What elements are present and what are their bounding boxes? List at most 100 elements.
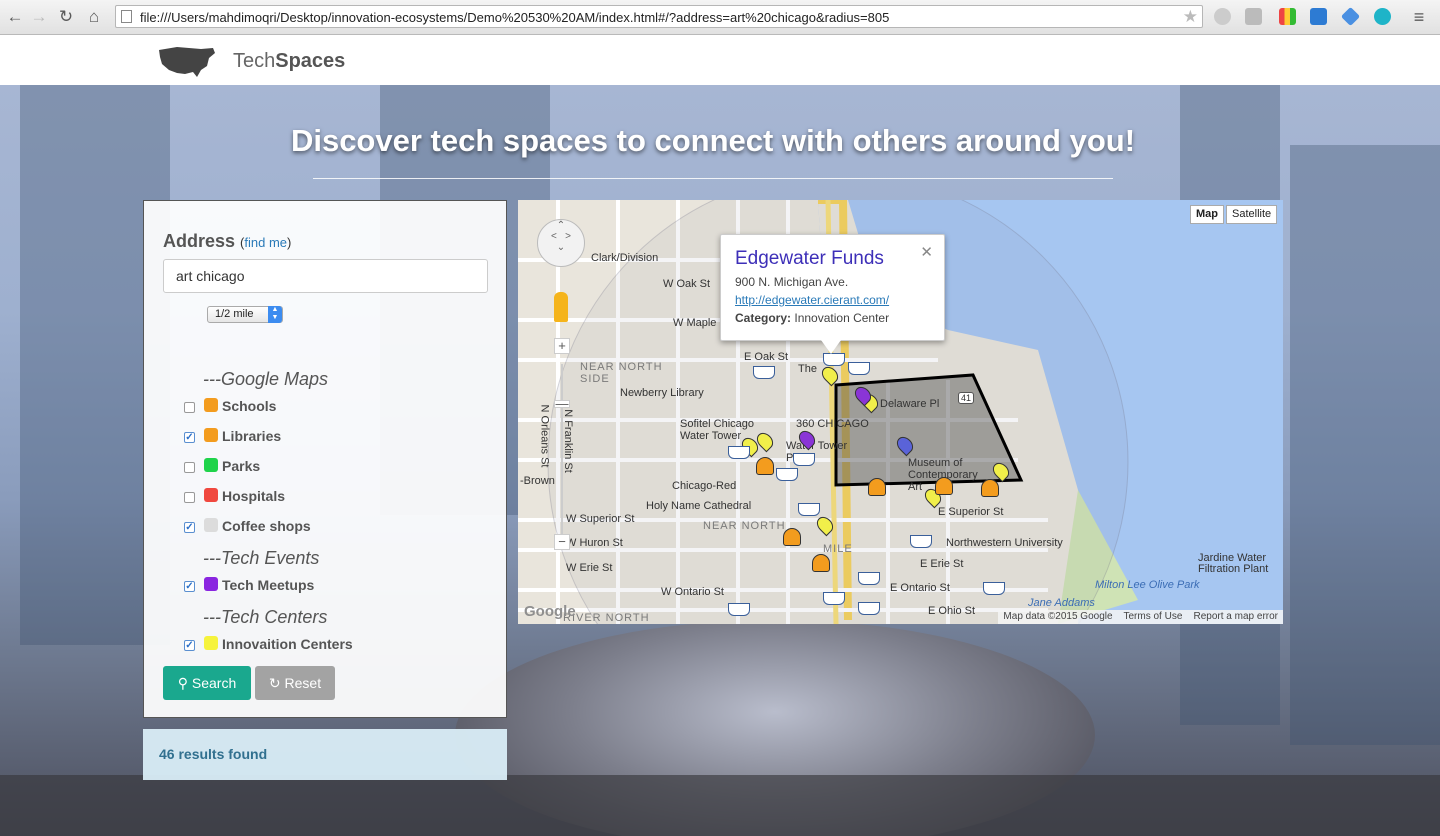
label-mile: MILE (823, 543, 853, 555)
innovation-centers-label: Innovaition Centers (222, 636, 353, 652)
usa-map-logo-icon[interactable] (157, 44, 217, 80)
plaza (0, 775, 1440, 836)
parks-color-swatch (204, 458, 218, 472)
label-delaware-pl: Delaware Pl (880, 398, 940, 410)
terms-of-use-link[interactable]: Terms of Use (1123, 611, 1182, 622)
extension-m-icon[interactable] (1374, 8, 1391, 25)
browser-toolbar: ← → ↻ ⌂ file:///Users/mahdimoqri/Desktop… (0, 0, 1440, 35)
map[interactable]: Clark/Division E Oak St W Oak St W Maple… (518, 200, 1283, 624)
coffee-shop-marker[interactable] (848, 362, 870, 375)
label-near-north: NEAR NORTH (703, 520, 786, 532)
results-count: 46 results found (159, 746, 268, 762)
extension-diamond-icon[interactable] (1340, 6, 1361, 27)
map-type-map-button[interactable]: Map (1190, 205, 1224, 224)
home-icon[interactable]: ⌂ (83, 6, 105, 28)
info-window-url[interactable]: http://edgewater.cierant.com/ (735, 293, 889, 307)
route-41-shield: 41 (958, 392, 975, 404)
find-me-link[interactable]: find me (244, 235, 287, 250)
bookmark-star-icon[interactable]: ★ (1183, 7, 1198, 27)
library-marker[interactable] (981, 479, 999, 497)
building-far-right (1290, 145, 1440, 745)
pan-left-right-icon[interactable]: < > (538, 232, 584, 242)
brand-name[interactable]: TechSpaces (233, 50, 345, 73)
back-icon[interactable]: ← (4, 6, 26, 28)
url-text[interactable]: file:///Users/mahdimoqri/Desktop/innovat… (140, 10, 889, 25)
label-w-oak-st: W Oak St (663, 278, 711, 290)
street-view-pegman-icon[interactable] (554, 292, 568, 322)
coffee-shops-color-swatch (204, 518, 218, 532)
innovation-centers-checkbox[interactable]: ✓ (184, 640, 195, 651)
label-river-north: RIVER NORTH (563, 612, 650, 624)
extension-download-icon[interactable] (1214, 8, 1231, 25)
coffee-shop-marker[interactable] (983, 582, 1005, 595)
brand-bold: Spaces (275, 50, 346, 72)
search-button[interactable]: ⚲ Search (163, 666, 251, 700)
label-e-erie-st: E Erie St (920, 558, 964, 570)
label-chicago-red: Chicago-Red (672, 480, 737, 492)
refresh-icon: ↻ (268, 675, 281, 691)
coffee-shop-marker[interactable] (910, 535, 932, 548)
zoom-in-button[interactable]: + (554, 338, 570, 354)
page-icon (121, 10, 132, 23)
coffee-shop-marker[interactable] (823, 592, 845, 605)
library-marker[interactable] (868, 478, 886, 496)
results-count-box: 46 results found (143, 729, 507, 780)
coffee-shop-marker[interactable] (823, 353, 845, 366)
coffee-shop-marker[interactable] (776, 468, 798, 481)
report-map-error-link[interactable]: Report a map error (1194, 611, 1278, 622)
address-bar[interactable]: file:///Users/mahdimoqri/Desktop/innovat… (115, 5, 1203, 28)
libraries-label: Libraries (222, 428, 282, 444)
hospitals-checkbox[interactable] (184, 492, 195, 503)
zoom-slider-track[interactable] (561, 364, 563, 536)
label-newberry-library: Newberry Library (620, 387, 704, 399)
address-input[interactable] (163, 259, 488, 293)
reset-button[interactable]: ↻ Reset (255, 666, 335, 700)
coffee-shop-marker[interactable] (728, 603, 750, 616)
library-marker[interactable] (812, 554, 830, 572)
extension-chrome-icon[interactable] (1279, 8, 1296, 25)
label-northwestern-university: Northwestern University (946, 537, 1063, 549)
coffee-shop-marker[interactable] (798, 503, 820, 516)
map-data-credit: Map data ©2015 Google (1003, 611, 1113, 622)
label-360-chicago: 360 CHICAGO (796, 418, 869, 430)
coffee-shop-marker[interactable] (858, 602, 880, 615)
zoom-out-button[interactable]: − (554, 534, 570, 550)
tech-meetups-checkbox[interactable]: ✓ (184, 581, 195, 592)
coffee-shop-marker[interactable] (793, 453, 815, 466)
cast-icon[interactable] (1245, 8, 1262, 25)
parks-checkbox[interactable] (184, 462, 195, 473)
library-marker[interactable] (783, 528, 801, 546)
radius-select[interactable]: 1/2 mile ▲ ▼ (207, 306, 283, 323)
coffee-shops-checkbox[interactable]: ✓ (184, 522, 195, 533)
map-type-satellite-button[interactable]: Satellite (1226, 205, 1278, 224)
forward-icon[interactable]: → (28, 6, 50, 28)
label-e-ohio-st: E Ohio St (928, 605, 976, 617)
group-title-google-maps: ---Google Maps (203, 369, 329, 389)
coffee-shop-marker[interactable] (753, 366, 775, 379)
zoom-slider-handle[interactable]: — (554, 397, 570, 410)
find-me-paren-close: ) (287, 235, 292, 250)
divider (313, 178, 1113, 179)
library-marker[interactable] (756, 457, 774, 475)
search-icon: ⚲ (177, 675, 188, 691)
library-marker[interactable] (935, 477, 953, 495)
schools-label: Schools (222, 398, 277, 414)
find-me: (find me) (240, 235, 291, 250)
schools-checkbox[interactable] (184, 402, 195, 413)
google-logo[interactable]: Google (524, 603, 576, 620)
close-icon[interactable]: ✕ (920, 243, 933, 261)
extension-s-icon[interactable] (1310, 8, 1327, 25)
libraries-color-swatch (204, 428, 218, 442)
label-e-oak-st: E Oak St (744, 351, 789, 363)
reload-icon[interactable]: ↻ (55, 6, 77, 28)
menu-icon[interactable]: ≡ (1408, 6, 1430, 28)
innovation-centers-color-swatch (204, 636, 218, 650)
tech-meetups-label: Tech Meetups (222, 577, 315, 593)
pan-control[interactable]: ⌃ < > ⌄ (537, 219, 585, 267)
coffee-shop-marker[interactable] (728, 446, 750, 459)
search-button-label: Search (191, 675, 237, 691)
libraries-checkbox[interactable]: ✓ (184, 432, 195, 443)
coffee-shop-marker[interactable] (858, 572, 880, 585)
label-the: The (798, 363, 817, 375)
pan-down-icon[interactable]: ⌄ (538, 242, 584, 254)
